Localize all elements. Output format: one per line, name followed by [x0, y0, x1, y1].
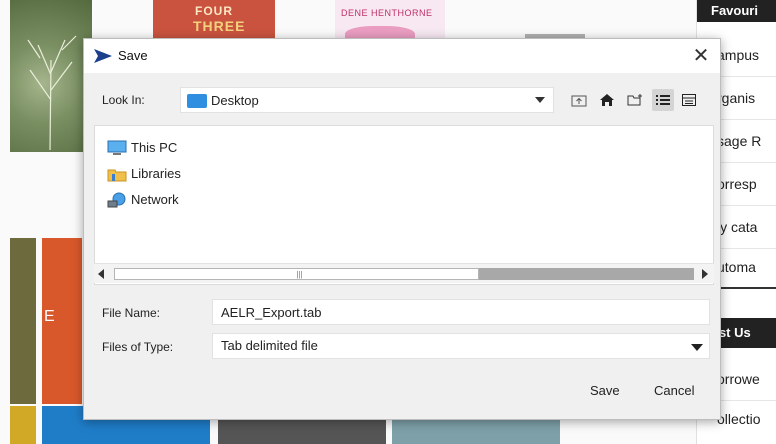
file-item-label: This PC — [131, 140, 178, 155]
file-type-value: Tab delimited file — [221, 338, 318, 353]
list-view-icon — [656, 95, 670, 105]
home-icon — [600, 94, 614, 106]
tile-orange[interactable]: E — [42, 238, 82, 404]
sidebar-divider — [717, 287, 776, 289]
scrollbar-grip-icon: ||| — [296, 270, 303, 279]
chevron-down-icon — [691, 344, 703, 351]
home-button[interactable] — [596, 89, 618, 111]
book-cover-pink[interactable]: DENE HENTHORNE — [335, 0, 445, 40]
horizontal-scrollbar[interactable]: ||| — [94, 263, 714, 283]
file-list[interactable]: This PC Libraries Network — [94, 125, 714, 285]
desktop-folder-icon — [187, 94, 207, 108]
computer-icon — [107, 140, 127, 155]
save-arrow-icon — [94, 49, 112, 63]
file-item-label: Libraries — [131, 166, 181, 181]
details-view-icon — [682, 94, 696, 106]
cancel-button[interactable]: Cancel — [654, 383, 694, 398]
dialog-title: Save — [118, 48, 148, 63]
save-button[interactable]: Save — [590, 383, 620, 398]
cover-title-line1: FOUR — [195, 4, 233, 18]
file-item-label: Network — [131, 192, 179, 207]
look-in-dropdown[interactable]: Desktop — [180, 87, 554, 113]
file-name-label: File Name: — [102, 306, 161, 320]
save-dialog: Save ✕ Look In: Desktop This PC Librarie… — [83, 38, 721, 420]
libraries-icon — [107, 169, 127, 182]
scrollbar-track[interactable]: ||| — [114, 268, 694, 280]
network-icon — [107, 192, 126, 208]
tile-letter: E — [44, 308, 55, 325]
sidebar-favourites-heading: Favouri — [697, 0, 776, 22]
scroll-left-arrow-icon[interactable] — [98, 269, 104, 279]
book-cover-four-three[interactable]: FOUR THREE — [153, 0, 275, 40]
close-button[interactable]: ✕ — [688, 43, 714, 69]
look-in-value: Desktop — [211, 93, 259, 108]
file-name-input[interactable] — [212, 299, 710, 325]
new-folder-button[interactable] — [624, 89, 646, 111]
dialog-titlebar[interactable]: Save ✕ — [84, 39, 720, 73]
up-folder-button[interactable] — [568, 89, 590, 111]
file-type-dropdown[interactable]: Tab delimited file — [212, 333, 710, 359]
tree-illustration — [27, 35, 77, 151]
details-view-button[interactable] — [678, 89, 700, 111]
cover-title-line2: THREE — [193, 18, 246, 34]
file-type-label: Files of Type: — [102, 340, 174, 354]
tile-olive[interactable] — [10, 238, 36, 404]
up-folder-icon — [571, 95, 587, 107]
new-folder-icon — [627, 94, 642, 106]
chevron-down-icon — [535, 97, 545, 103]
tile-yellow[interactable] — [10, 406, 36, 444]
look-in-label: Look In: — [102, 93, 145, 107]
cover-author: DENE HENTHORNE — [341, 8, 433, 18]
book-cover-tree[interactable] — [10, 0, 92, 152]
close-icon: ✕ — [692, 45, 710, 67]
scroll-right-arrow-icon[interactable] — [702, 269, 708, 279]
list-view-button[interactable] — [652, 89, 674, 111]
scrollbar-thumb[interactable]: ||| — [114, 268, 479, 280]
